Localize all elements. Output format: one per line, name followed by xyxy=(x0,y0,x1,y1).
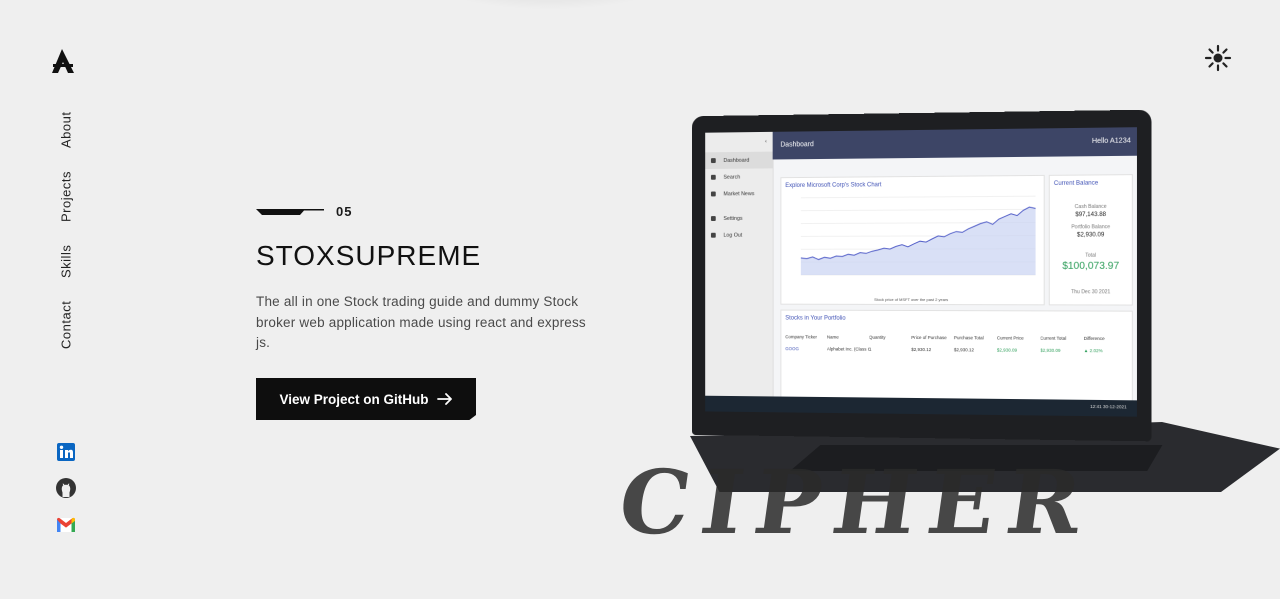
dashboard-menu-item: Log Out xyxy=(705,227,772,244)
collapse-icon: ‹ xyxy=(765,138,767,145)
total-value: $100,073.97 xyxy=(1062,260,1120,272)
dashboard-title: Dashboard xyxy=(780,141,814,149)
portfolio-table: Company Ticker Name Quantity Price of Pu… xyxy=(785,330,1127,356)
linkedin-icon[interactable] xyxy=(55,441,77,463)
table-cell: $2,930.09 xyxy=(1040,347,1061,353)
table-header: Quantity xyxy=(868,334,886,340)
settings-icon xyxy=(710,216,716,222)
logout-icon xyxy=(710,232,716,238)
portfolio-label: Portfolio Balance xyxy=(1071,224,1111,231)
button-label: View Project on GitHub xyxy=(279,391,429,407)
table-header: Current Price xyxy=(996,334,1024,341)
gmail-icon[interactable] xyxy=(55,514,77,536)
balance-card: Current Balance Cash Balance $97,143.88 … xyxy=(1048,174,1133,306)
taskbar-clock: 12:41 30-12-2021 xyxy=(1090,403,1127,410)
brush-overlay-text: CIPHER xyxy=(612,450,1101,554)
view-on-github-button[interactable]: View Project on GitHub xyxy=(256,378,476,420)
nav-projects[interactable]: Projects xyxy=(48,170,84,224)
chart-title: Explore Microsoft Corp's Stock Chart xyxy=(785,182,882,190)
github-icon[interactable] xyxy=(55,477,77,499)
dashboard-topbar: Dashboard Hello A1234 xyxy=(772,127,1137,160)
sun-icon[interactable] xyxy=(1204,44,1232,72)
table-header: Purchase Total xyxy=(953,334,984,340)
dashboard-menu-item: Market News xyxy=(705,185,772,202)
grid-line xyxy=(801,196,1036,198)
stock-chart xyxy=(785,192,1039,293)
cash-value: $97,143.88 xyxy=(1075,211,1107,219)
project-description: The all in one Stock trading guide and d… xyxy=(256,294,586,350)
chart-card: Explore Microsoft Corp's Stock Chart Sto… xyxy=(780,174,1045,306)
table-cell: 1 xyxy=(868,346,872,352)
nav-about[interactable]: About xyxy=(48,108,84,152)
search-icon xyxy=(710,174,716,180)
top-shadow xyxy=(420,0,680,10)
table-header: Current Total xyxy=(1040,335,1067,341)
table-cell: $2,930.12 xyxy=(953,346,975,352)
dashboard-menu-item: Dashboard xyxy=(705,151,773,170)
table-cell: ▲ 2.02% xyxy=(1083,347,1103,353)
table-cell: $2,930.12 xyxy=(911,346,932,352)
dashboard-menu-item: Settings xyxy=(705,210,772,227)
table-cell: $2,930.09 xyxy=(996,346,1018,353)
table-header: Difference xyxy=(1083,335,1105,341)
project-title: STOXSUPREME xyxy=(256,240,482,271)
total-label: Total xyxy=(1085,252,1097,259)
grid-line xyxy=(801,209,1036,210)
menu-label: Dashboard xyxy=(723,157,750,164)
menu-label: Settings xyxy=(723,215,743,222)
balance-date: Thu Dec 30 2021 xyxy=(1071,289,1111,296)
table-header: Name xyxy=(826,334,839,340)
chart-area xyxy=(800,207,1036,276)
site-logo[interactable] xyxy=(50,48,76,74)
dashboard-user: Hello A1234 xyxy=(1091,137,1131,146)
project-index: 05 xyxy=(256,204,352,219)
dashboard-menu-item: Search xyxy=(705,168,772,185)
balance-title: Current Balance xyxy=(1053,180,1099,187)
dashboard-sidebar: ‹ Dashboard Search Market News Settings … xyxy=(705,131,774,397)
nav-skills[interactable]: Skills xyxy=(48,243,84,279)
table-header: Price of Purchase xyxy=(911,334,947,340)
table-cell: GOOG xyxy=(785,345,799,351)
laptop-lid: ‹ Dashboard Search Market News Settings … xyxy=(691,109,1152,442)
table-cell: Alphabet Inc. (Class C) xyxy=(826,345,869,352)
brush-stroke-decoration xyxy=(256,208,324,215)
menu-label: Log Out xyxy=(723,232,743,239)
cash-label: Cash Balance xyxy=(1074,203,1107,211)
portfolio-title: Stocks in Your Portfolio xyxy=(785,315,846,322)
table-row: GOOG Alphabet Inc. (Class C) 1 $2,930.12… xyxy=(785,342,1127,356)
laptop-screen: ‹ Dashboard Search Market News Settings … xyxy=(705,127,1137,417)
chart-caption: Stock price of MSFT over the past 2 year… xyxy=(874,296,949,303)
windows-taskbar: 12:41 30-12-2021 xyxy=(705,395,1137,417)
dashboard-icon xyxy=(710,158,716,164)
menu-label: Market News xyxy=(723,190,755,197)
news-icon xyxy=(710,191,716,197)
menu-label: Search xyxy=(723,174,741,181)
arrow-right-icon xyxy=(436,393,452,405)
project-number: 05 xyxy=(336,204,353,219)
laptop-mockup: CIPHER ‹ Dashboard Search Market News Se… xyxy=(600,100,1280,570)
table-header: Company Ticker xyxy=(785,333,817,339)
portfolio-value: $2,930.09 xyxy=(1076,232,1105,239)
portfolio-card: Stocks in Your Portfolio Company Ticker … xyxy=(780,309,1133,403)
nav-contact[interactable]: Contact xyxy=(48,299,84,351)
